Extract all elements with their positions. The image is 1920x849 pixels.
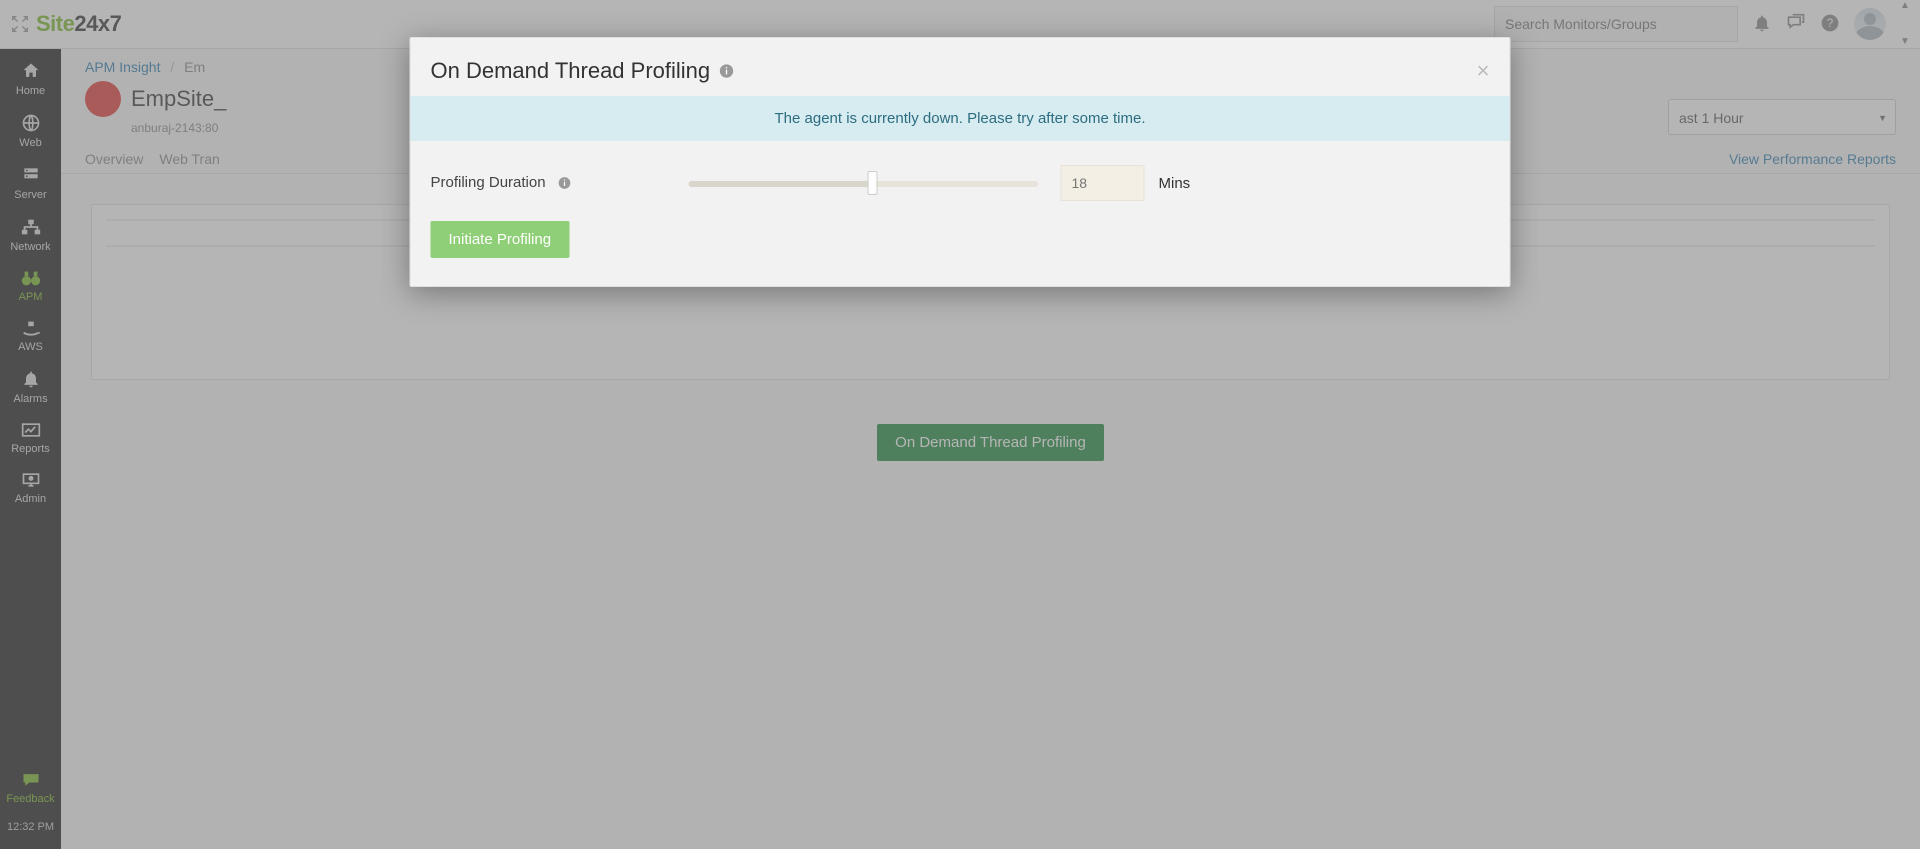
duration-input[interactable] [1061, 165, 1145, 201]
modal-alert: The agent is currently down. Please try … [411, 96, 1510, 141]
modal-header: On Demand Thread Profiling × [411, 38, 1510, 96]
thread-profiling-modal: On Demand Thread Profiling × The agent i… [410, 37, 1511, 287]
info-icon[interactable] [718, 63, 734, 79]
close-icon[interactable]: × [1477, 60, 1490, 82]
modal-title: On Demand Thread Profiling [431, 58, 711, 84]
mins-label: Mins [1159, 175, 1191, 192]
duration-row: Profiling Duration Mins [411, 141, 1510, 205]
duration-slider[interactable] [689, 174, 1039, 192]
slider-handle[interactable] [867, 171, 877, 195]
info-icon[interactable] [558, 176, 574, 192]
initiate-profiling-button[interactable]: Initiate Profiling [431, 221, 570, 258]
duration-label: Profiling Duration [431, 174, 601, 191]
